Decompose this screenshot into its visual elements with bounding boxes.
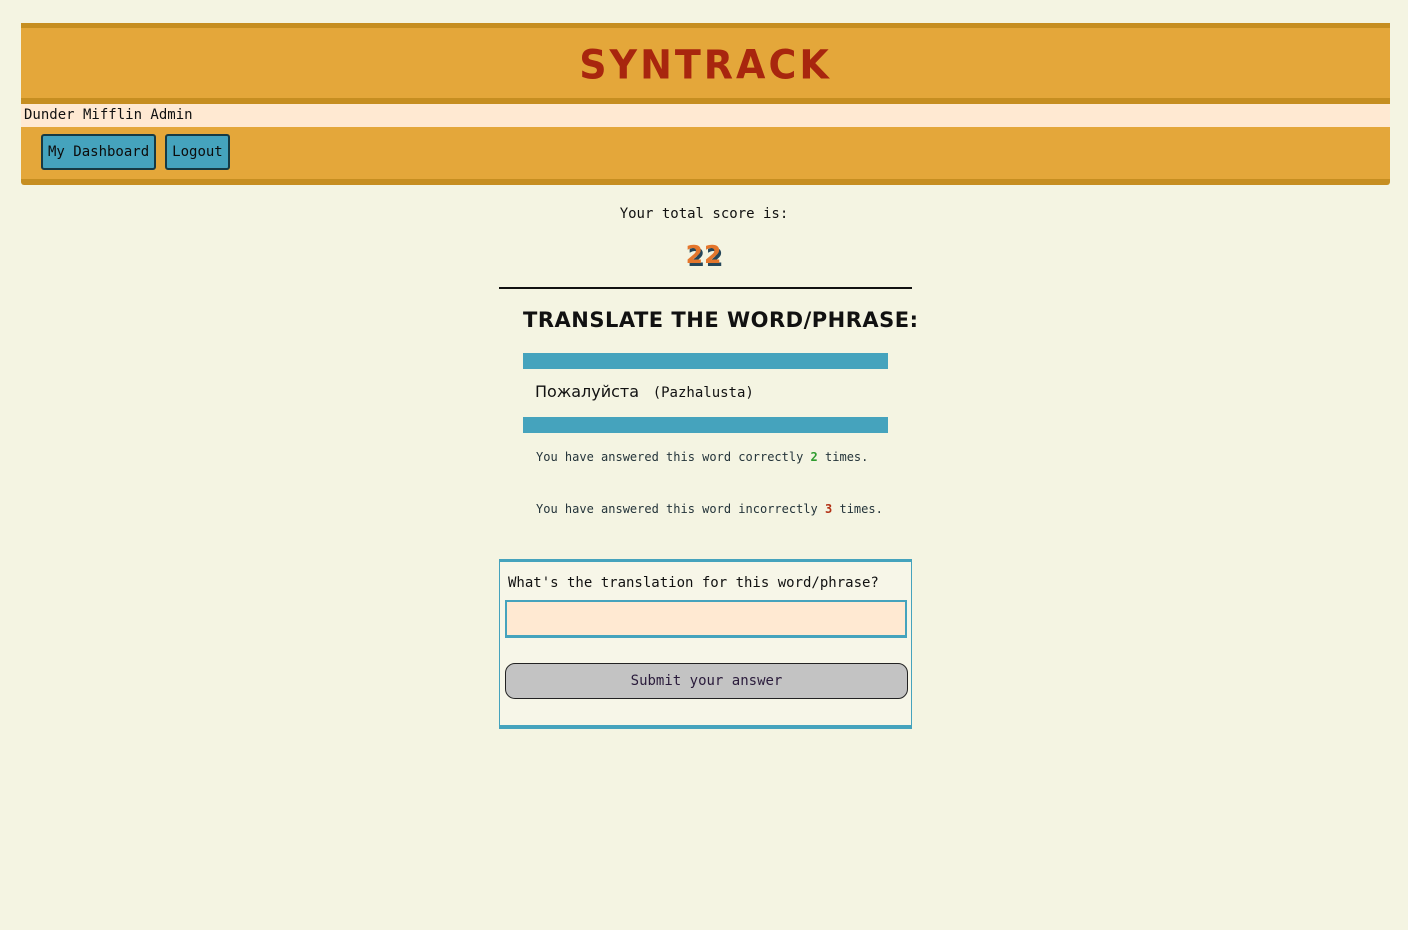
logout-button[interactable]: Logout xyxy=(165,134,230,170)
correct-prefix: You have answered this word correctly xyxy=(536,450,804,464)
user-bar: Dunder Mifflin Admin xyxy=(21,104,1390,127)
score-label: Your total score is: xyxy=(619,206,789,222)
answer-label: What's the translation for this word/phr… xyxy=(508,575,879,591)
app-logo: SYNTRACK xyxy=(579,41,832,89)
nav-bar: My Dashboard Logout xyxy=(21,127,1390,185)
word-card: Пожалуйста (Pazhalusta) xyxy=(523,353,888,433)
incorrect-suffix: times. xyxy=(839,502,883,516)
correct-count: 2 xyxy=(810,450,818,464)
site-header: SYNTRACK xyxy=(21,23,1390,104)
word-transliteration: (Pazhalusta) xyxy=(652,385,754,401)
word-original: Пожалуйста xyxy=(535,382,640,401)
quiz-title: Translate the word/phrase: xyxy=(523,308,919,332)
answer-form: What's the translation for this word/phr… xyxy=(499,559,912,729)
submit-answer-button[interactable]: Submit your answer xyxy=(505,663,908,699)
my-dashboard-button[interactable]: My Dashboard xyxy=(41,134,157,170)
word-line: Пожалуйста (Pazhalusta) xyxy=(535,382,754,401)
app-shell: SYNTRACK Dunder Mifflin Admin My Dashboa… xyxy=(21,23,1390,185)
user-name: Dunder Mifflin Admin xyxy=(24,107,193,123)
incorrect-prefix: You have answered this word incorrectly xyxy=(536,502,818,516)
score-value: 22 xyxy=(685,240,723,269)
incorrect-count: 3 xyxy=(825,502,833,516)
correct-count-stat: You have answered this word correctly 2 … xyxy=(536,450,868,464)
correct-suffix: times. xyxy=(825,450,869,464)
incorrect-count-stat: You have answered this word incorrectly … xyxy=(536,502,883,516)
card-top-bar xyxy=(523,353,888,369)
card-bottom-bar xyxy=(523,417,888,433)
divider xyxy=(499,287,912,289)
answer-input[interactable] xyxy=(505,600,907,638)
